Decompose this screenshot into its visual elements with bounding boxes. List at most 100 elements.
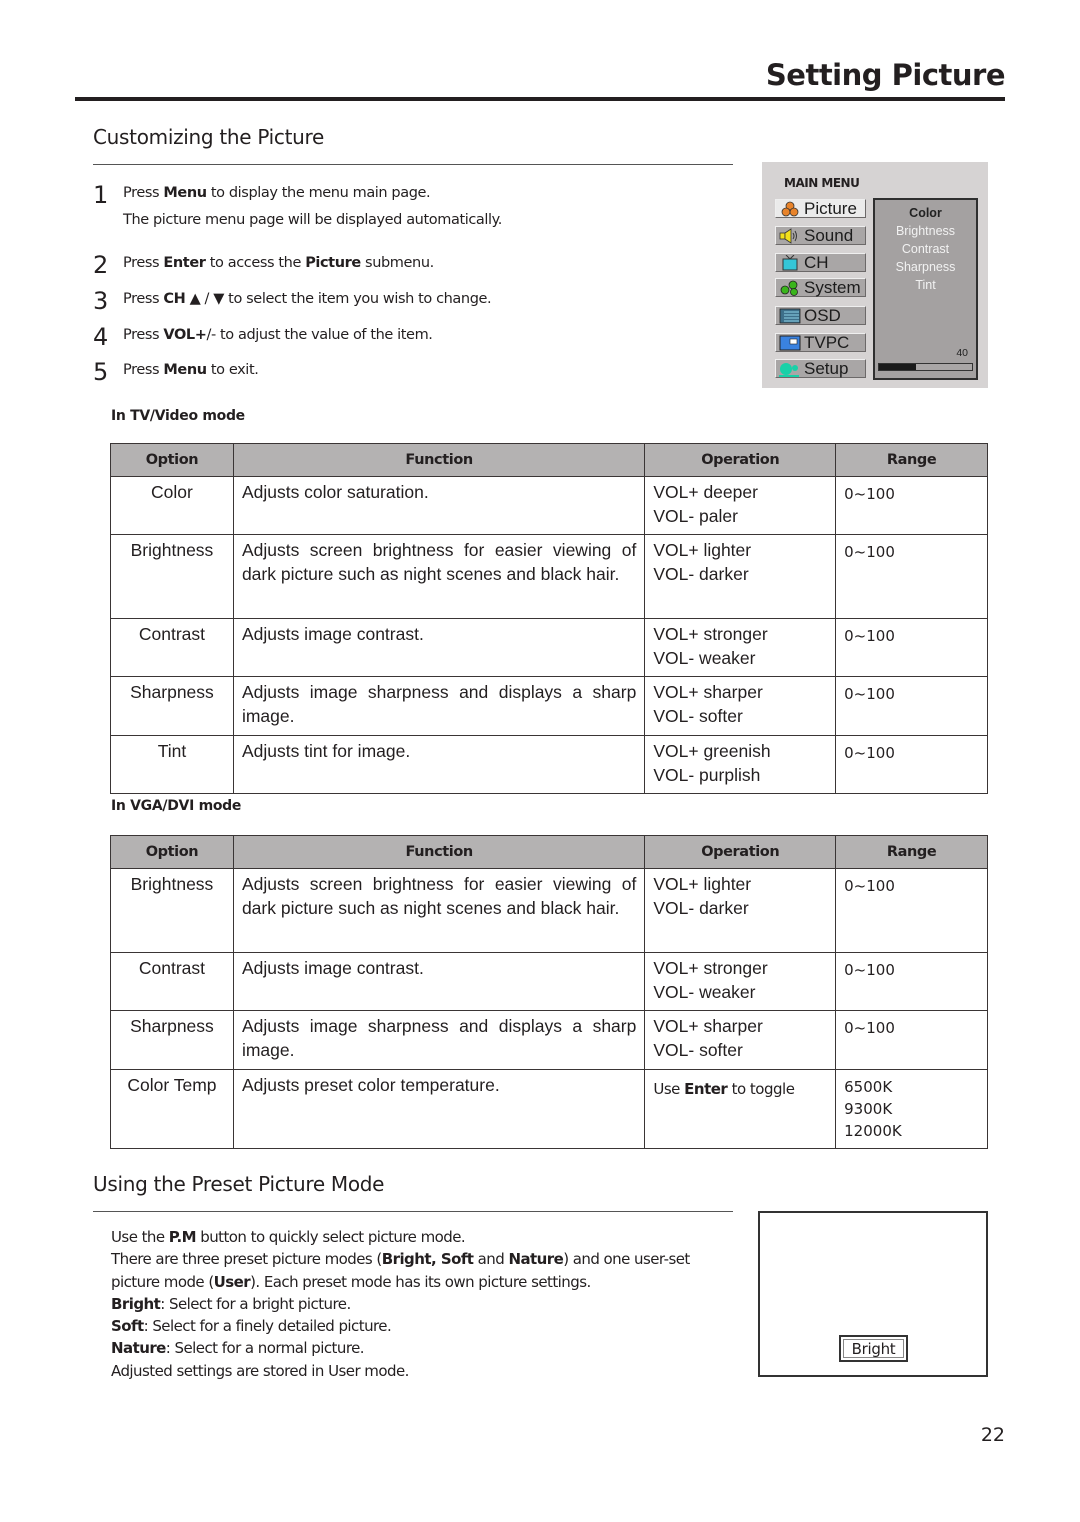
table-row: Tint Adjusts tint for image. VOL+ greenish… (110, 735, 988, 794)
table-header-row: Option Function Operation Range (110, 835, 988, 869)
section-divider (93, 164, 733, 165)
operation-decrease: VOL- purplish (653, 765, 761, 785)
option-cell: Brightness (110, 534, 234, 619)
operation-cell: VOL+ deeper VOL- paler (644, 476, 837, 535)
step-item: 3 Press CH ▲ / ▼ to select the item you w… (93, 286, 553, 315)
osd-menu-title: MAIN MENU (784, 176, 860, 190)
operation-increase: VOL+ greenish (653, 741, 771, 761)
column-header-function: Function (232, 443, 646, 477)
osd-level-bar (878, 363, 973, 371)
step-item: 2 Press Enter to access the Picture subme… (93, 250, 553, 279)
osd-menu-item-label: Setup (804, 359, 849, 378)
operation-decrease: VOL- darker (653, 564, 749, 584)
option-cell: Brightness (110, 868, 234, 953)
osd-menu-item-ch[interactable]: CH (775, 253, 866, 272)
osd-submenu-item-sharpness[interactable]: Sharpness (875, 258, 976, 276)
table-header-row: Option Function Operation Range (110, 443, 988, 477)
table-row: Color Adjusts color saturation. VOL+ deepe… (110, 476, 988, 535)
column-header-operation: Operation (644, 443, 837, 477)
step-text: Press CH ▲ / ▼ to select the item you wi… (123, 291, 492, 307)
section-title-customizing: Customizing the Picture (93, 125, 325, 149)
range-value: 0~100 (844, 543, 895, 561)
tv-screen-illustration: Bright (758, 1211, 988, 1377)
operation-increase: VOL+ deeper (653, 482, 758, 502)
gears-icon (779, 280, 801, 296)
osd-menu-item-label: TVPC (804, 333, 850, 352)
function-cell: Adjusts screen brightness for easier vie… (232, 868, 646, 953)
osd-menu-item-label: System (804, 278, 861, 297)
column-header-option: Option (110, 443, 234, 477)
preset-line: Soft: Select for a finely detailed pictu… (111, 1317, 392, 1336)
operation-decrease: VOL- softer (653, 706, 743, 726)
picture-mode-badge-label: Bright (843, 1339, 904, 1358)
option-cell: Sharpness (110, 1010, 234, 1070)
range-value: 0~100 (844, 877, 895, 895)
bold-term: VOL+ (163, 327, 207, 343)
mode-label-vga-dvi: In VGA/DVI mode (111, 798, 242, 814)
option-cell: Tint (110, 735, 234, 794)
bold-term: Nature (111, 1339, 166, 1358)
operation-cell: VOL+ greenish VOL- purplish (644, 735, 837, 794)
step-item: 1 Press Menu to display the menu main pag… (93, 180, 553, 234)
picture-icon (779, 201, 801, 217)
preset-line: There are three preset picture modes (Br… (111, 1250, 690, 1291)
range-value: 0~100 (844, 744, 895, 762)
function-cell: Adjusts image sharpness and displays a s… (232, 1010, 646, 1070)
osd-menu-item-label: OSD (804, 306, 841, 325)
function-cell: Adjusts image contrast. (232, 952, 646, 1011)
operation-decrease: VOL- weaker (653, 648, 756, 668)
range-cell: 0~100 (835, 735, 988, 794)
bold-term: User (213, 1272, 251, 1291)
osd-menu-item-sound[interactable]: Sound (775, 226, 866, 245)
range-cell: 0~100 (835, 1010, 988, 1070)
function-cell: Adjusts screen brightness for easier vie… (232, 534, 646, 619)
column-header-operation: Operation (644, 835, 837, 869)
bold-term: P.M (168, 1228, 197, 1246)
bold-term: Nature (508, 1250, 564, 1269)
table-row: Brightness Adjusts screen brightness for … (110, 868, 988, 953)
osd-menu-item-osd[interactable]: OSD (775, 306, 866, 325)
operation-cell: VOL+ lighter VOL- darker (644, 868, 837, 953)
osd-submenu-item-tint[interactable]: Tint (875, 276, 976, 294)
column-header-option: Option (110, 835, 234, 869)
range-cell: 0~100 (835, 676, 988, 736)
osd-main-menu: MAIN MENU Picture Sound CH System OSD TVPC Set… (762, 162, 988, 388)
table-row: Contrast Adjusts image contrast. VOL+ stro… (110, 618, 988, 677)
page-title: Setting Picture (765, 58, 1006, 92)
function-cell: Adjusts image contrast. (232, 618, 646, 677)
step-number: 1 (93, 181, 108, 209)
operation-decrease: VOL- weaker (653, 982, 756, 1002)
bold-term: Menu (163, 185, 207, 201)
bold-term: Soft (111, 1317, 144, 1336)
osd-menu-item-setup[interactable]: Setup (775, 359, 866, 378)
operation-cell: Use Enter to toggle (644, 1069, 837, 1149)
section-title-preset: Using the Preset Picture Mode (93, 1172, 385, 1196)
osd-submenu-item-contrast[interactable]: Contrast (875, 240, 976, 258)
operation-decrease: VOL- darker (653, 898, 749, 918)
operation-increase: VOL+ lighter (653, 874, 752, 894)
range-cell: 0~100 (835, 868, 988, 953)
operation-text: Use Enter to toggle (653, 1080, 795, 1098)
step-note: The picture menu page will be displayed … (123, 212, 502, 228)
range-value: 9300K (844, 1100, 893, 1118)
step-text: Press Menu to exit. (123, 362, 259, 378)
osd-menu-item-tvpc[interactable]: TVPC (775, 333, 866, 352)
range-value: 6500K (844, 1078, 893, 1096)
osd-submenu-item-brightness[interactable]: Brightness (875, 222, 976, 240)
speaker-icon (779, 228, 801, 244)
bold-term: Enter (163, 255, 206, 271)
function-cell: Adjusts image sharpness and displays a s… (232, 676, 646, 736)
step-item: 4 Press VOL+/- to adjust the value of the… (93, 322, 553, 351)
operation-cell: VOL+ lighter VOL- darker (644, 534, 837, 619)
osd-submenu-panel: Color Brightness Contrast Sharpness Tint 40 (873, 198, 978, 380)
osd-menu-item-label: Picture (804, 199, 857, 218)
operation-cell: VOL+ stronger VOL- weaker (644, 618, 837, 677)
table-row: Brightness Adjusts screen brightness for … (110, 534, 988, 619)
osd-submenu-item-color[interactable]: Color (875, 204, 976, 222)
bold-term: Enter (684, 1080, 728, 1098)
osd-menu-item-picture[interactable]: Picture (775, 199, 866, 218)
operation-increase: VOL+ lighter (653, 540, 752, 560)
operation-increase: VOL+ sharper (653, 1016, 763, 1036)
osd-menu-item-label: Sound (804, 226, 854, 245)
osd-menu-item-system[interactable]: System (775, 278, 866, 297)
